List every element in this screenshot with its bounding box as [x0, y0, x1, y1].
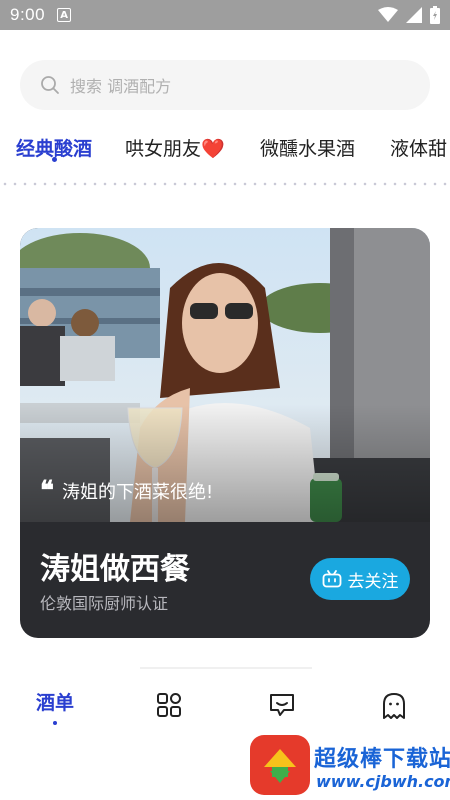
nav-item-grid[interactable]: [156, 692, 182, 718]
wifi-icon: [378, 7, 398, 22]
battery-icon: [430, 6, 440, 24]
nav-menu-label: 酒单: [36, 692, 75, 714]
tab-girlfriend[interactable]: 哄女朋友❤️: [125, 134, 225, 161]
category-tabs: 经典酸酒 哄女朋友❤️ 微醺水果酒 液体甜: [0, 128, 450, 168]
follow-label: 去关注: [347, 571, 399, 592]
feature-card[interactable]: ❝ 涛姐的下酒菜很绝! 涛姐做西餐 伦敦国际厨师认证 去关注: [20, 228, 430, 638]
tab-fruit-wine[interactable]: 微醺水果酒: [260, 134, 355, 161]
search-bar[interactable]: 搜索 调酒配方: [20, 60, 430, 110]
status-time: 9:00: [10, 5, 46, 24]
card-subtitle: 伦敦国际厨师认证: [40, 594, 169, 613]
status-bar: 9:00 A: [0, 0, 450, 30]
nav-active-dot: [53, 721, 57, 725]
watermark: 超级棒下载站 www.cjbwh.com: [248, 735, 450, 800]
quote-text: 涛姐的下酒菜很绝!: [62, 482, 214, 503]
search-placeholder: 搜索 调酒配方: [70, 77, 172, 96]
dotted-divider: [0, 182, 450, 186]
active-tab-indicator: [52, 157, 57, 162]
follow-button[interactable]: 去关注: [310, 558, 410, 600]
watermark-logo: [250, 735, 310, 795]
tab-liquid-sweet[interactable]: 液体甜: [390, 134, 447, 161]
nav-item-menu[interactable]: 酒单: [36, 688, 74, 725]
watermark-url: www.cjbwh.com: [316, 772, 450, 791]
bottom-nav: 酒单: [0, 680, 450, 740]
signal-icon: [406, 7, 422, 23]
message-icon: [270, 694, 294, 716]
nav-item-profile[interactable]: [381, 692, 407, 720]
search-icon: [41, 76, 59, 94]
tv-icon: [322, 570, 341, 588]
card-quote: ❝ 涛姐的下酒菜很绝!: [40, 478, 213, 504]
card-title: 涛姐做西餐: [40, 552, 190, 587]
status-icons: [378, 6, 440, 24]
nav-item-messages[interactable]: [268, 692, 296, 718]
scroll-indicator: [140, 667, 312, 669]
watermark-text: 超级棒下载站: [314, 747, 450, 772]
a-icon: A: [57, 8, 72, 22]
quote-icon: ❝: [40, 476, 54, 506]
grid-icon: [157, 693, 181, 717]
ghost-icon: [383, 693, 405, 719]
